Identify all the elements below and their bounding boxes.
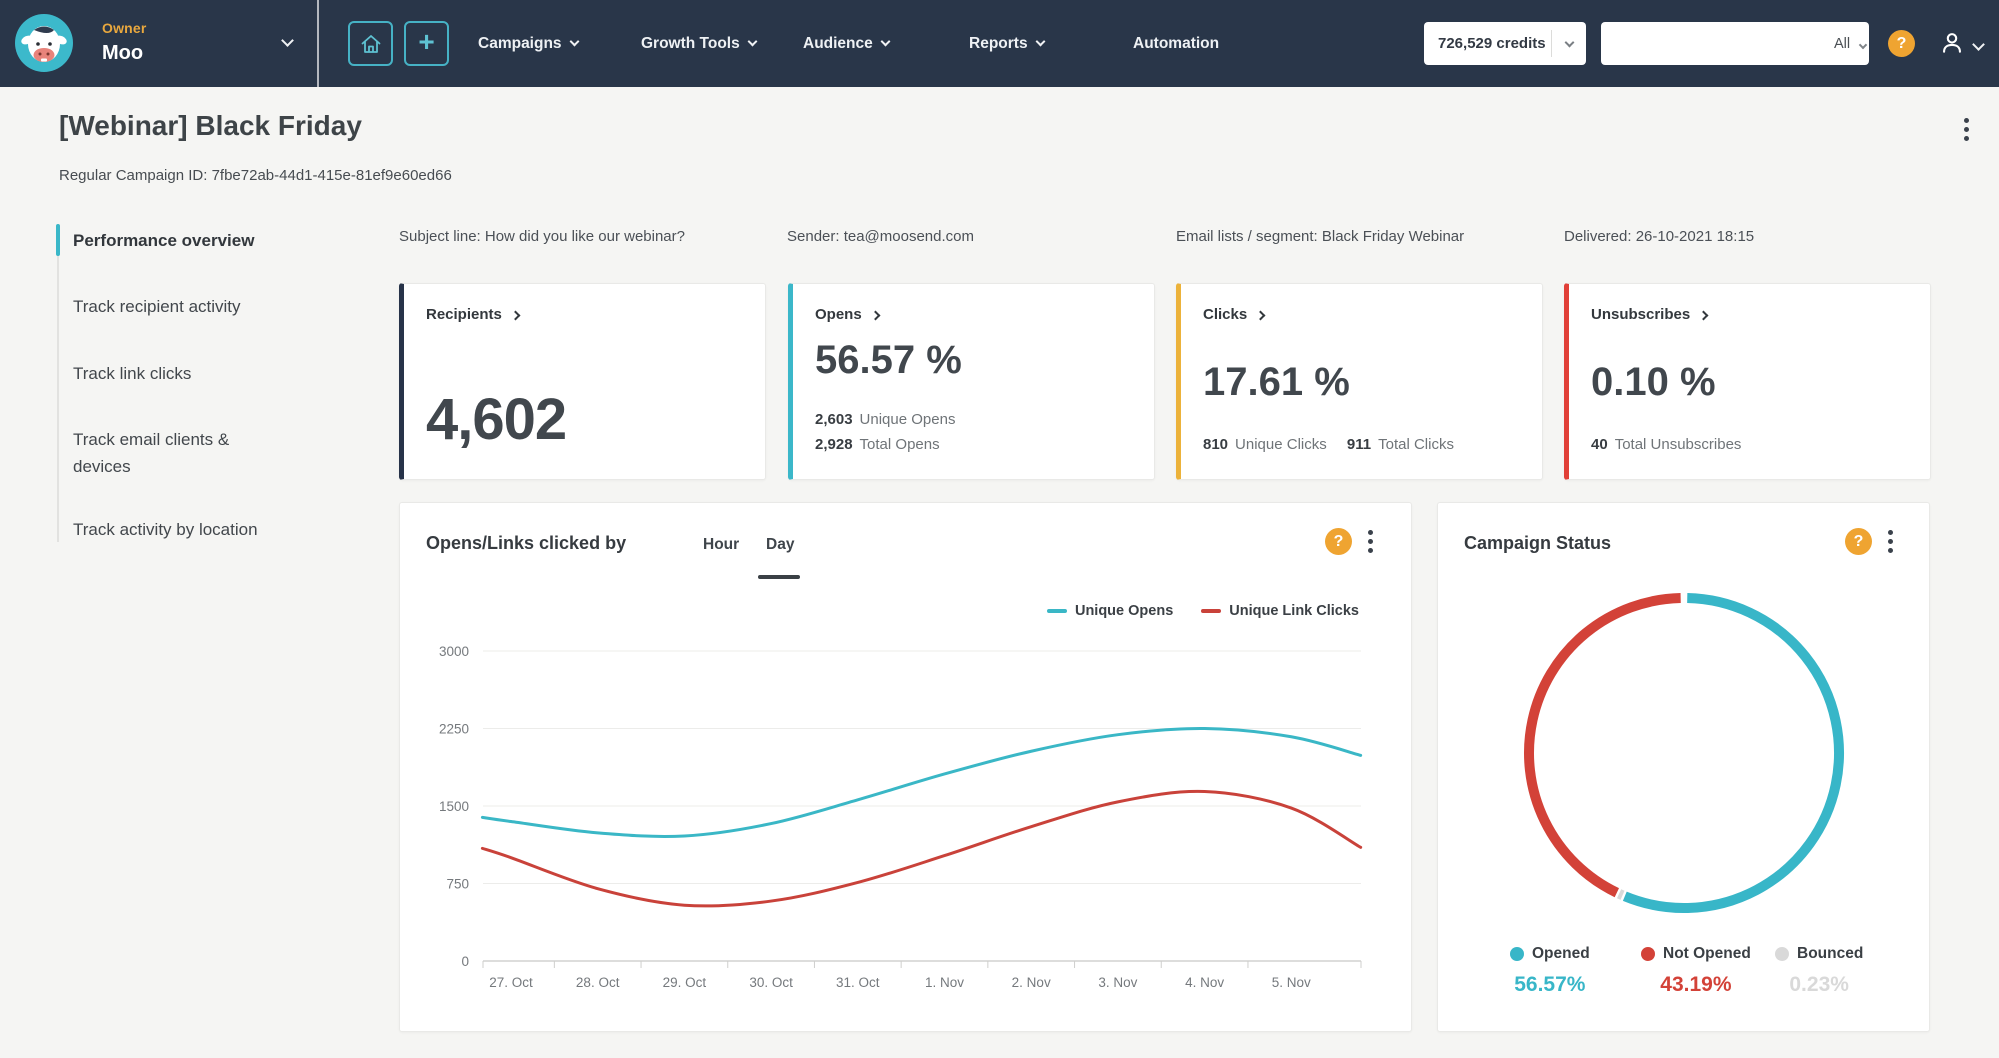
nav-reports[interactable]: Reports [969,0,1046,87]
chevron-down-icon [1035,36,1046,47]
open-rate: 56.57 % [815,338,962,382]
legend-dot-icon [1641,947,1655,961]
nav-growth-tools[interactable]: Growth Tools [641,0,758,87]
moosend-campaign-dashboard: Owner Moo + Campaigns Growth Tools Audie… [0,0,1999,1058]
svg-text:3000: 3000 [439,644,469,659]
new-campaign-button[interactable]: + [404,21,449,66]
nav-audience[interactable]: Audience [803,0,891,87]
sidebar-item-activity-location[interactable]: Track activity by location [73,516,343,543]
svg-text:3. Nov: 3. Nov [1098,975,1137,990]
legend-opened[interactable]: Opened 56.57% [1510,945,1590,997]
opens-links-panel: Opens/Links clicked by Hour Day ? Unique… [399,502,1412,1032]
legend-dot-icon [1775,947,1789,961]
svg-text:4. Nov: 4. Nov [1185,975,1224,990]
legend-not-opened[interactable]: Not Opened 43.19% [1641,945,1751,997]
meta-delivered: Delivered: 26-10-2021 18:15 [1564,228,1755,245]
svg-text:1500: 1500 [439,799,469,814]
meta-lists: Email lists / segment: Black Friday Webi… [1176,228,1465,245]
search-input[interactable] [1625,35,1824,52]
total-clicks-stat: 911 Total Clicks [1346,436,1454,453]
legend-bounced[interactable]: Bounced 0.23% [1775,945,1863,997]
chevron-down-icon [880,36,891,47]
svg-text:30. Oct: 30. Oct [749,975,793,990]
recipients-card[interactable]: Recipients 4,602 [399,283,766,480]
campaign-id: Regular Campaign ID: 7fbe72ab-44d1-415e-… [59,167,452,184]
meta-sender: Sender: tea@moosend.com [787,228,974,245]
sidebar-item-link-clicks[interactable]: Track link clicks [73,360,343,387]
legend-dot-icon [1510,947,1524,961]
page-title: [Webinar] Black Friday [59,110,362,141]
sidebar-rail [57,224,59,542]
sidebar-item-recipient-activity[interactable]: Track recipient activity [73,293,343,320]
question-mark-glyph: ? [1896,34,1907,52]
total-unsubscribes-stat: 40 Total Unsubscribes [1591,436,1742,453]
nav-automation[interactable]: Automation [1133,0,1219,87]
card-title: Recipients [426,306,502,323]
opens-clicks-line-chart: 3000 2250 1500 750 0 27. Oct 28. Oct 29. Oct 30.… [439,644,1363,990]
svg-text:750: 750 [446,877,469,892]
opened-percentage: 56.57% [1514,973,1586,996]
app-logo[interactable] [14,13,74,73]
chevron-down-icon [569,36,580,47]
home-button[interactable] [348,21,393,66]
credits-chevron-down-icon[interactable] [1552,37,1586,47]
card-title: Unsubscribes [1591,306,1691,323]
sidebar-active-indicator [56,224,60,256]
click-rate: 17.61 % [1203,360,1350,404]
page-kebab-menu[interactable] [1964,118,1969,141]
account-chevron-down-icon[interactable] [281,34,294,47]
owner-label: Owner [102,20,147,36]
not-opened-percentage: 43.19% [1660,973,1732,996]
svg-text:1. Nov: 1. Nov [925,975,964,990]
svg-text:28. Oct: 28. Oct [576,975,620,990]
unique-clicks-stat: 810 Unique Clicks [1203,436,1327,453]
chevron-right-icon [1698,310,1709,320]
meta-subject: Subject line: How did you like our webin… [399,228,685,245]
unsubscribes-card[interactable]: Unsubscribes 0.10 % 40 Total Unsubscribes [1564,283,1931,480]
svg-text:29. Oct: 29. Oct [663,975,707,990]
user-chevron-down-icon[interactable] [1972,38,1985,51]
svg-text:27. Oct: 27. Oct [489,975,533,990]
top-navbar: Owner Moo + Campaigns Growth Tools Audie… [0,0,1999,87]
account-name: Moo [102,42,144,64]
home-icon [361,34,380,53]
svg-text:5. Nov: 5. Nov [1272,975,1311,990]
card-title: Clicks [1203,306,1248,323]
chevron-down-icon [747,36,758,47]
chevron-right-icon [870,310,881,320]
campaign-status-panel: Campaign Status ? Opened 56.57% Not Open… [1437,502,1930,1032]
recipients-count: 4,602 [426,387,567,452]
navbar-divider [317,0,319,87]
cow-logo-icon [15,14,73,72]
credits-dropdown[interactable]: 726,529 credits [1424,22,1586,65]
user-menu-button[interactable] [1938,29,1966,57]
search-scope[interactable]: All [1834,36,1850,52]
svg-text:31. Oct: 31. Oct [836,975,880,990]
sidebar-item-email-clients[interactable]: Track email clients & devices [73,426,288,480]
unique-opens-stat: 2,603 Unique Opens [815,411,956,428]
total-opens-stat: 2,928 Total Opens [815,436,940,453]
svg-text:2250: 2250 [439,722,469,737]
svg-text:2. Nov: 2. Nov [1012,975,1051,990]
chevron-right-icon [510,310,521,320]
bounced-percentage: 0.23% [1789,973,1849,996]
search-scope-chevron-icon[interactable] [1858,35,1868,53]
svg-text:0: 0 [461,954,469,969]
help-button[interactable]: ? [1888,30,1915,57]
chevron-right-icon [1255,310,1266,320]
clicks-card[interactable]: Clicks 17.61 % 810 Unique Clicks 911 Total… [1176,283,1543,480]
plus-icon: + [418,26,435,57]
nav-campaigns[interactable]: Campaigns [478,0,580,87]
sidebar-item-performance-overview[interactable]: Performance overview [73,227,343,254]
opens-card[interactable]: Opens 56.57 % 2,603 Unique Opens 2,928 Tot… [788,283,1155,480]
credits-balance: 726,529 credits [1438,35,1546,52]
user-icon [1943,33,1961,53]
unsubscribe-rate: 0.10 % [1591,360,1716,404]
global-search: All [1601,22,1869,65]
account-switcher[interactable]: Owner Moo [102,20,147,65]
card-title: Opens [815,306,862,323]
